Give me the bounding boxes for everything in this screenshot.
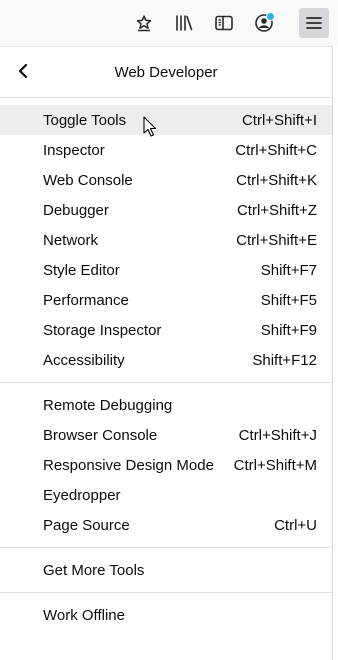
- menu-item-label: Remote Debugging: [43, 396, 173, 414]
- menu-item-toggle-tools[interactable]: Toggle Tools Ctrl+Shift+I: [0, 105, 332, 135]
- menu-item-shortcut: Ctrl+Shift+Z: [236, 201, 317, 219]
- menu-item-style-editor[interactable]: Style Editor Shift+F7: [0, 255, 332, 285]
- menu-item-network[interactable]: Network Ctrl+Shift+E: [0, 225, 332, 255]
- menu-icon[interactable]: [299, 8, 329, 38]
- menu-item-label: Debugger: [43, 201, 109, 219]
- menu-item-label: Work Offline: [43, 606, 125, 624]
- menu-item-label: Get More Tools: [43, 561, 145, 579]
- panel-header: Web Developer: [0, 47, 332, 97]
- menu-item-label: Responsive Design Mode: [43, 456, 214, 474]
- back-button[interactable]: [10, 58, 36, 84]
- menu-item-browser-console[interactable]: Browser Console Ctrl+Shift+J: [0, 420, 332, 450]
- panel-title: Web Developer: [114, 63, 218, 81]
- menu-item-shortcut: Shift+F12: [252, 351, 317, 369]
- account-icon[interactable]: [249, 8, 279, 38]
- menu-item-label: Performance: [43, 291, 129, 309]
- menu-item-label: Browser Console: [43, 426, 158, 444]
- menu-item-label: Accessibility: [43, 351, 125, 369]
- menu-item-inspector[interactable]: Inspector Ctrl+Shift+C: [0, 135, 332, 165]
- menu-group: Get More Tools: [0, 548, 332, 592]
- menu-item-page-source[interactable]: Page Source Ctrl+U: [0, 510, 332, 540]
- menu-group: Remote Debugging Browser Console Ctrl+Shif…: [0, 383, 332, 547]
- menu-item-accessibility[interactable]: Accessibility Shift+F12: [0, 345, 332, 375]
- menu-item-get-more-tools[interactable]: Get More Tools: [0, 555, 332, 585]
- menu-item-label: Toggle Tools: [43, 111, 127, 129]
- menu-item-shortcut: Ctrl+Shift+K: [236, 171, 317, 189]
- menu-list: Toggle Tools Ctrl+Shift+I Inspector Ctrl+Sh…: [0, 98, 332, 637]
- menu-item-eyedropper[interactable]: Eyedropper: [0, 480, 332, 510]
- menu-item-shortcut: Ctrl+Shift+C: [235, 141, 317, 159]
- menu-item-web-console[interactable]: Web Console Ctrl+Shift+K: [0, 165, 332, 195]
- menu-item-shortcut: Ctrl+Shift+M: [233, 456, 317, 474]
- library-icon[interactable]: [169, 8, 199, 38]
- menu-item-responsive-design-mode[interactable]: Responsive Design Mode Ctrl+Shift+M: [0, 450, 332, 480]
- menu-item-label: Style Editor: [43, 261, 120, 279]
- sidebar-icon[interactable]: [209, 8, 239, 38]
- menu-item-label: Network: [43, 231, 99, 249]
- menu-item-shortcut: Shift+F7: [260, 261, 317, 279]
- menu-item-label: Page Source: [43, 516, 130, 534]
- menu-item-shortcut: Ctrl+Shift+E: [236, 231, 317, 249]
- notification-badge: [266, 12, 275, 21]
- menu-item-shortcut: Shift+F9: [260, 321, 317, 339]
- browser-toolbar: [0, 0, 338, 46]
- menu-group: Work Offline: [0, 593, 332, 637]
- menu-item-shortcut: Ctrl+Shift+J: [238, 426, 317, 444]
- chevron-left-icon: [18, 63, 28, 79]
- web-developer-panel: Web Developer Toggle Tools Ctrl+Shift+I In…: [0, 46, 333, 660]
- menu-item-label: Web Console: [43, 171, 133, 189]
- menu-item-remote-debugging[interactable]: Remote Debugging: [0, 390, 332, 420]
- star-page-icon[interactable]: [129, 8, 159, 38]
- menu-item-label: Storage Inspector: [43, 321, 162, 339]
- menu-item-work-offline[interactable]: Work Offline: [0, 600, 332, 630]
- menu-item-shortcut: Shift+F5: [260, 291, 317, 309]
- menu-item-shortcut: Ctrl+Shift+I: [241, 111, 317, 129]
- menu-item-shortcut: Ctrl+U: [274, 516, 317, 534]
- menu-item-storage-inspector[interactable]: Storage Inspector Shift+F9: [0, 315, 332, 345]
- menu-item-performance[interactable]: Performance Shift+F5: [0, 285, 332, 315]
- menu-group: Toggle Tools Ctrl+Shift+I Inspector Ctrl+Sh…: [0, 98, 332, 382]
- menu-item-label: Inspector: [43, 141, 105, 159]
- menu-item-debugger[interactable]: Debugger Ctrl+Shift+Z: [0, 195, 332, 225]
- menu-item-label: Eyedropper: [43, 486, 121, 504]
